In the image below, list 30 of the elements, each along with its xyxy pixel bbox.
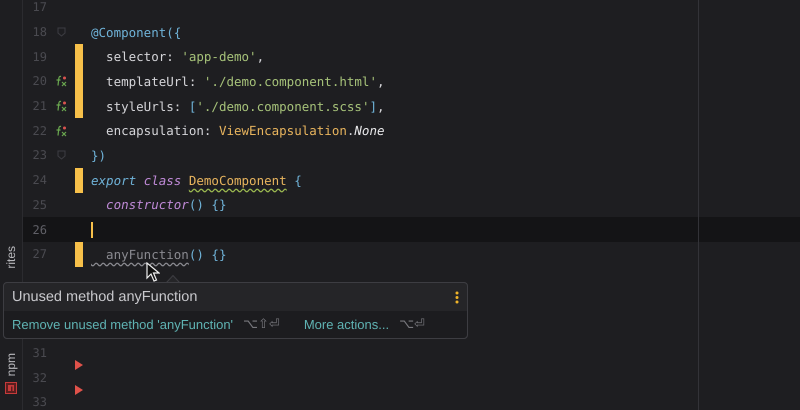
tool-window-tab[interactable]: npm — [4, 352, 18, 376]
more-options-icon[interactable] — [455, 290, 459, 304]
function-icon — [55, 75, 67, 88]
function-icon — [55, 100, 67, 112]
deleted-lines-marker — [75, 360, 83, 370]
code-line: }) — [91, 148, 106, 163]
fold-icon[interactable] — [56, 27, 66, 38]
code-line: anyFunction() {} — [105, 246, 226, 262]
change-marker — [75, 242, 83, 267]
code-line: encapsulation: ViewEncapsulation.None — [105, 123, 385, 138]
popup-title: Unused method anyFunction — [12, 289, 198, 305]
tool-window-tab[interactable]: rites — [4, 246, 18, 269]
code-line: templateUrl: './demo.component.html', — [105, 74, 385, 89]
shortcut-hint: ⌥⏎ — [399, 317, 425, 332]
code-line: export class DemoComponent { — [91, 172, 302, 188]
code-line: styleUrls: ['./demo.component.scss'], — [105, 98, 385, 114]
function-icon — [55, 124, 67, 137]
deleted-lines-marker — [75, 384, 83, 395]
mouse-pointer-icon — [146, 262, 160, 282]
quick-fix-link[interactable]: Remove unused method 'anyFunction' — [12, 317, 234, 332]
line-number: 26 — [32, 222, 47, 237]
quick-fix-link[interactable]: More actions... — [304, 317, 390, 332]
npm-icon — [5, 382, 17, 394]
change-marker — [75, 168, 83, 192]
fold-icon[interactable] — [56, 150, 66, 160]
shortcut-hint: ⌥⇧⏎ — [243, 317, 280, 332]
text-caret — [91, 222, 93, 238]
code-line: constructor() {} — [105, 197, 226, 212]
code-line: @Component({ — [91, 24, 182, 40]
code-line: selector: 'app-demo', — [105, 49, 264, 64]
